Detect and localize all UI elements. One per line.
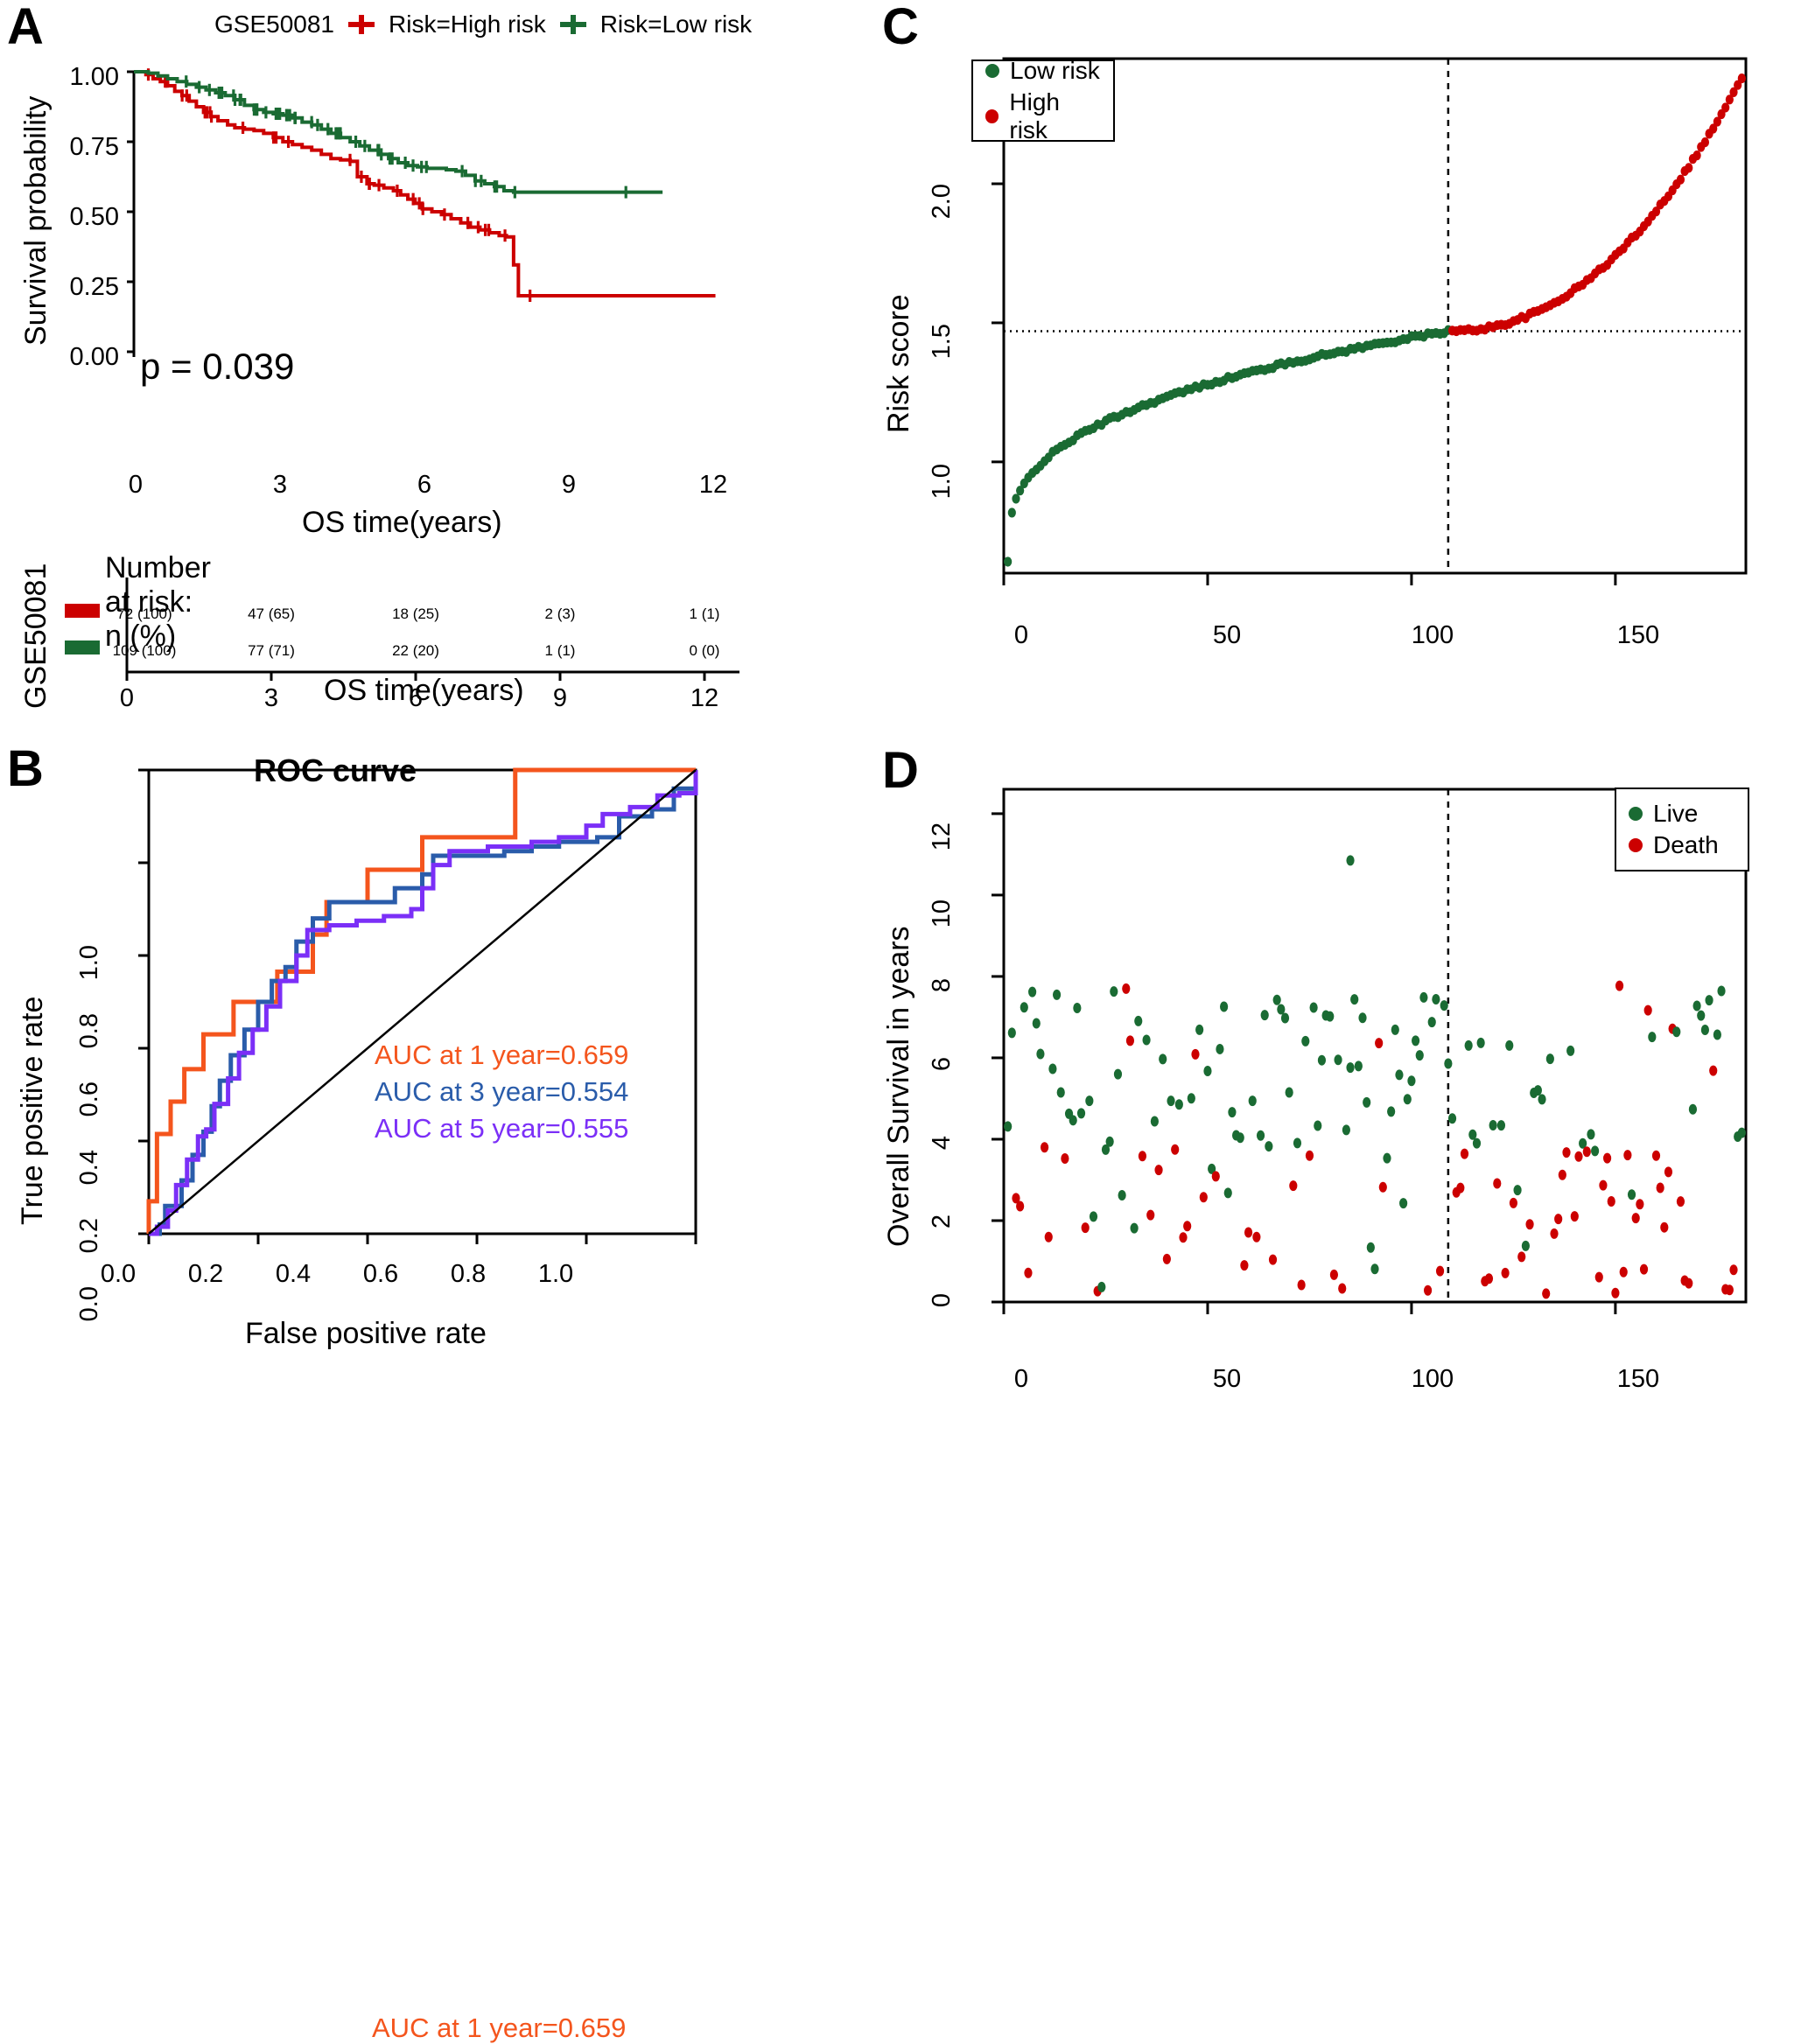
panel-c-xtick-2: 100 [1411,621,1454,649]
panel-b-xtick-1: 0.2 [187,1260,224,1288]
panel-a-yaxis-title: Survival probability [19,95,53,346]
risk-table-row0-c4: 1 (1) [689,606,720,622]
panel-a-xtick-3: 9 [561,471,577,499]
panel-c-xtick-1: 50 [1212,621,1242,649]
panel-b-ytick-0: 0.0 [75,1286,103,1322]
panel-b-roc-plot [138,767,698,1244]
panel-d-ytick-2: 4 [928,1136,956,1151]
panel-b-label: B [7,740,44,797]
panel-c-ytick-2: 2.0 [928,184,956,220]
panel-d-ytick-4: 8 [928,978,956,993]
risk-table-xtick-4: 12 [690,684,719,712]
panel-c-legend-high-risk-label: High risk [1009,88,1060,144]
panel-a-xtick-0: 0 [128,471,144,499]
risk-table-row0-c3: 2 (3) [544,606,576,622]
panel-d-legend-live-label: Live [1653,800,1699,827]
risk-table-group-label: GSE50081 [19,563,53,709]
risk-table-row1-c2: 22 (20) [392,642,439,659]
auc-1year-label: AUC at 1 year=0.659 [375,1040,629,1070]
panel-a-km-plot [127,68,716,357]
risk-table-swatch-low [65,640,100,654]
auc-5year-label: AUC at 5 year=0.555 [375,1112,629,1144]
risk-table-row0-c1: 47 (65) [248,606,295,622]
legend-marker-high-risk-icon [347,13,376,36]
panel-d-legend-death-label: Death [1653,831,1719,858]
death-dot-icon [1629,838,1643,852]
panel-a-xaxis-title: OS time(years) [302,506,502,539]
panel-d-xtick-2: 100 [1411,1365,1454,1393]
panel-c-xtick-3: 150 [1616,621,1660,649]
auc-3year-label: AUC at 3 year=0.554 [375,1075,629,1107]
panel-d-ytick-0: 0 [928,1293,956,1308]
panel-b-auc-1year: AUC at 1 year=0.659 [372,2012,627,2043]
panel-a-ytick-3: 0.25 [69,273,119,301]
live-dot-icon [1629,807,1643,821]
panel-b-xtick-2: 0.4 [275,1260,312,1288]
panel-b-xtick-0: 0.0 [100,1260,137,1288]
panel-c-ytick-0: 1.0 [928,464,956,500]
panel-a-xtick-1: 3 [272,471,288,499]
panel-c-xtick-0: 0 [1013,621,1029,649]
panel-a-legend-low-risk: Risk=Low risk [599,10,753,38]
panel-a-legend-high-risk: Risk=High risk [389,10,546,38]
panel-c-ytick-1: 1.5 [928,324,956,360]
panel-a-legend-dataset: GSE50081 [214,10,334,38]
risk-table-xtick-0: 0 [119,684,135,712]
risk-table-row1-c3: 1 (1) [544,642,576,659]
panel-d-xtick-0: 0 [1013,1365,1029,1393]
panel-b-ytick-2: 0.4 [75,1150,103,1186]
panel-b-ytick-3: 0.6 [75,1082,103,1117]
panel-b-auc-annotations: AUC at 1 year=0.659 AUC at 3 year=0.554 … [375,1037,628,1147]
panel-a-xtick-4: 12 [698,471,728,499]
panel-a-xtick-2: 6 [417,471,432,499]
risk-table-swatch-high [65,604,100,618]
risk-table-row0-c2: 18 (25) [392,606,439,622]
panel-b-ytick-1: 0.2 [75,1218,103,1254]
panel-d-legend-item-live: Live [1616,798,1748,830]
panel-b-ytick-5: 1.0 [75,945,103,981]
panel-d-xtick-3: 150 [1616,1365,1660,1393]
panel-a-legend: GSE50081 Risk=High risk Risk=Low risk [214,10,752,38]
panel-a-ytick-0: 1.00 [69,63,119,91]
panel-d-ytick-5: 10 [928,900,956,928]
panel-d-ytick-3: 6 [928,1057,956,1072]
risk-table-xtick-1: 3 [263,684,279,712]
panel-c-legend-item-low-risk: Low risk [973,55,1113,87]
panel-a-pvalue: p = 0.039 [140,346,295,387]
panel-c-legend-item-high-risk: High risk [973,87,1113,146]
panel-d-legend-item-death: Death [1616,830,1748,861]
panel-c-legend: Low risk High risk [971,57,1115,144]
panel-c-legend-low-risk-label: Low risk [1010,57,1100,84]
legend-marker-low-risk-icon [558,13,588,36]
panel-d-ytick-1: 2 [928,1214,956,1229]
risk-table-row0-c0: 72 (100) [116,606,172,622]
panel-b-xtick-4: 0.8 [450,1260,487,1288]
risk-table-xtick-3: 9 [552,684,568,712]
panel-c-yaxis-title: Risk score [882,294,915,433]
risk-table-xaxis-title: OS time(years) [324,674,524,707]
panel-a-ytick-1: 0.75 [69,133,119,161]
panel-c: C Risk score 2.0 1.5 1.0 Low risk High r… [875,0,1794,700]
panel-d-label: D [882,742,919,799]
risk-table-row1-c1: 77 (71) [248,642,295,659]
panel-d: D Overall Survival in years 12 10 8 6 4 … [875,726,1794,1424]
panel-a: A GSE50081 Risk=High risk Risk=Low risk … [0,0,858,713]
low-risk-dot-icon [985,64,999,78]
panel-b-xaxis-title: False positive rate [245,1317,487,1350]
high-risk-dot-icon [985,109,999,123]
panel-b-xtick-3: 0.6 [362,1260,399,1288]
panel-a-ytick-2: 0.50 [69,203,119,231]
risk-table-row1-c0: 109 (100) [112,642,177,659]
panel-b-ytick-4: 0.8 [75,1013,103,1049]
panel-a-ytick-4: 0.00 [69,343,119,371]
risk-table-row1-c4: 0 (0) [689,642,720,659]
panel-d-yaxis-title: Overall Survival in years [882,926,915,1247]
panel-d-ytick-6: 12 [928,822,956,851]
panel-a-label: A [7,0,44,55]
panel-c-label: C [882,0,919,55]
panel-d-xtick-1: 50 [1212,1365,1242,1393]
panel-d-legend: Live Death [1615,788,1749,872]
panel-b-yaxis-title: True positive rate [16,996,49,1225]
panel-b-xtick-5: 1.0 [537,1260,574,1288]
